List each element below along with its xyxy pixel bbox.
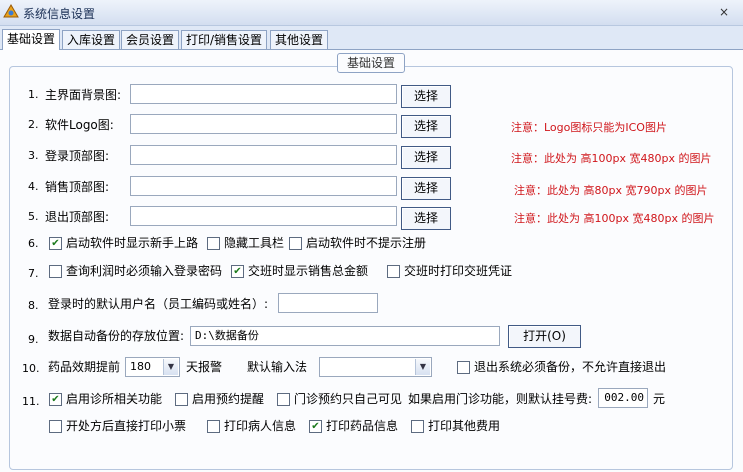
show-beginner-guide-label: 启动软件时显示新手上路 <box>66 236 199 250</box>
row-number: 11. <box>22 395 40 408</box>
expiry-days-value: 180 <box>130 360 151 373</box>
show-sales-total-checkbox[interactable]: ✔ <box>231 265 244 278</box>
row-number: 6. <box>28 237 39 250</box>
sales-header-note: 注意：此处为 高80px 宽790px 的图片 <box>514 184 708 197</box>
select-sales-header-button[interactable]: 选择 <box>401 177 451 200</box>
row-number: 1. <box>28 88 39 101</box>
print-other-fees-checkbox[interactable] <box>411 420 424 433</box>
app-icon <box>3 4 19 18</box>
profit-query-password-checkbox[interactable] <box>49 265 62 278</box>
title-bar: 系统信息设置 × <box>0 0 743 26</box>
print-shift-voucher-checkbox[interactable] <box>387 265 400 278</box>
no-register-prompt-label: 启动软件时不提示注册 <box>306 236 427 250</box>
hide-toolbar-label: 隐藏工具栏 <box>224 236 285 250</box>
registration-fee-field[interactable]: 002.00 <box>598 388 648 408</box>
print-drug-info-checkbox[interactable]: ✔ <box>309 420 322 433</box>
row-number: 3. <box>28 149 39 162</box>
tab-stock-settings[interactable]: 入库设置 <box>62 30 121 50</box>
exit-header-note: 注意：此处为 高100px 宽480px 的图片 <box>514 212 715 225</box>
exit-backup-checkbox[interactable] <box>457 361 470 374</box>
tab-print-sales-settings[interactable]: 打印/销售设置 <box>181 30 268 50</box>
expiry-warning-prefix-label: 药品效期提前 <box>48 360 121 374</box>
open-backup-folder-button[interactable]: 打开(O) <box>508 325 581 348</box>
print-receipt-after-prescription-checkbox[interactable] <box>49 420 62 433</box>
select-login-header-button[interactable]: 选择 <box>401 146 451 169</box>
tab-other-settings[interactable]: 其他设置 <box>270 30 329 50</box>
default-username-field[interactable] <box>278 293 378 313</box>
expiry-days-select[interactable]: 180 ▼ <box>125 357 180 377</box>
login-header-note: 注意：此处为 高100px 宽480px 的图片 <box>511 152 712 165</box>
exit-header-field[interactable] <box>130 206 397 226</box>
chevron-down-icon: ▼ <box>415 359 430 375</box>
select-software-logo-button[interactable]: 选择 <box>401 115 451 138</box>
select-main-background-button[interactable]: 选择 <box>401 85 451 108</box>
profit-query-password-label: 查询利润时必须输入登录密码 <box>66 264 223 278</box>
row-number: 9. <box>28 333 39 346</box>
print-receipt-after-prescription-label: 开处方后直接打印小票 <box>66 419 187 433</box>
row-number: 8. <box>28 299 39 312</box>
sales-header-label: 销售顶部图: <box>45 180 110 194</box>
group-title: 基础设置 <box>337 53 405 73</box>
print-other-fees-label: 打印其他费用 <box>428 419 501 433</box>
show-sales-total-label: 交班时显示销售总金额 <box>248 264 369 278</box>
window-title: 系统信息设置 <box>23 7 96 21</box>
tab-member-settings[interactable]: 会员设置 <box>121 30 180 50</box>
appointment-self-only-label: 门诊预约只自己可见 <box>294 392 403 406</box>
enable-appointment-reminder-checkbox[interactable] <box>175 393 188 406</box>
no-register-prompt-checkbox[interactable] <box>289 237 302 250</box>
expiry-warning-suffix-label: 天报警 <box>186 360 223 374</box>
row-number: 10. <box>22 362 40 375</box>
row-number: 2. <box>28 118 39 131</box>
input-method-select[interactable]: ▼ <box>319 357 432 377</box>
login-header-field[interactable] <box>130 145 397 165</box>
login-header-label: 登录顶部图: <box>45 149 110 163</box>
select-exit-header-button[interactable]: 选择 <box>401 207 451 230</box>
chevron-down-icon: ▼ <box>163 359 178 375</box>
row-number: 7. <box>28 267 39 280</box>
exit-header-label: 退出顶部图: <box>45 210 110 224</box>
close-icon[interactable]: × <box>717 5 731 19</box>
input-method-label: 默认输入法 <box>247 360 308 374</box>
registration-fee-unit: 元 <box>653 392 666 406</box>
print-patient-info-label: 打印病人信息 <box>224 419 297 433</box>
tab-basic-settings[interactable]: 基础设置 <box>2 29 61 50</box>
registration-fee-label: 如果启用门诊功能，则默认挂号费: <box>408 392 593 406</box>
software-logo-field[interactable] <box>130 114 397 134</box>
exit-backup-label: 退出系统必须备份，不允许直接退出 <box>474 360 667 374</box>
main-background-field[interactable] <box>130 84 397 104</box>
show-beginner-guide-checkbox[interactable]: ✔ <box>49 237 62 250</box>
appointment-self-only-checkbox[interactable] <box>277 393 290 406</box>
sales-header-field[interactable] <box>130 176 397 196</box>
backup-location-field[interactable]: D:\数据备份 <box>190 326 500 346</box>
row-number: 4. <box>28 180 39 193</box>
print-patient-info-checkbox[interactable] <box>207 420 220 433</box>
backup-location-label: 数据自动备份的存放位置: <box>48 329 185 343</box>
enable-clinic-checkbox[interactable]: ✔ <box>49 393 62 406</box>
logo-note: 注意：Logo图标只能为ICO图片 <box>511 121 667 134</box>
enable-appointment-reminder-label: 启用预约提醒 <box>192 392 265 406</box>
print-shift-voucher-label: 交班时打印交班凭证 <box>404 264 513 278</box>
default-username-label: 登录时的默认用户名（员工编码或姓名）: <box>48 297 269 311</box>
software-logo-label: 软件Logo图: <box>45 118 114 132</box>
print-drug-info-label: 打印药品信息 <box>326 419 399 433</box>
hide-toolbar-checkbox[interactable] <box>207 237 220 250</box>
enable-clinic-label: 启用诊所相关功能 <box>66 392 163 406</box>
main-background-label: 主界面背景图: <box>45 88 122 102</box>
row-number: 5. <box>28 210 39 223</box>
